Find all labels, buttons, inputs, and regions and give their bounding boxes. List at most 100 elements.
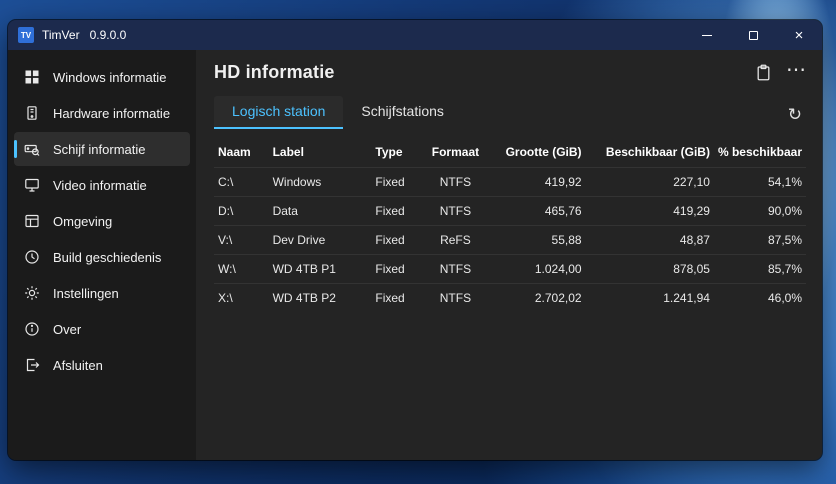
windows-grid-icon xyxy=(24,69,40,85)
sidebar-item-omgeving[interactable]: Omgeving xyxy=(14,204,190,238)
table-row[interactable]: X:\ WD 4TB P2 Fixed NTFS 2.702,02 1.241,94 46,… xyxy=(214,283,806,312)
table-cell: Windows xyxy=(268,167,372,197)
maximize-icon xyxy=(748,30,758,40)
tab-strip: Logisch station Schijfstations ↻ xyxy=(214,95,806,129)
table-cell: NTFS xyxy=(423,167,488,197)
drive-table: Naam Label Type Formaat Grootte (GiB) Beschik… xyxy=(214,137,806,312)
timver-window: TV TimVer 0.9.0.0 × Windows informatie Ha… xyxy=(8,20,822,460)
table-cell: V:\ xyxy=(214,225,269,255)
table-icon xyxy=(24,213,40,229)
table-cell: 46,0% xyxy=(713,283,806,312)
table-row[interactable]: V:\ Dev Drive Fixed ReFS 55,88 48,87 87,5% xyxy=(214,225,806,255)
table-cell: W:\ xyxy=(214,254,269,284)
column-header: Formaat xyxy=(431,145,480,159)
table-cell: NTFS xyxy=(423,254,488,284)
window-title: TimVer 0.9.0.0 xyxy=(42,28,126,42)
gear-icon xyxy=(24,285,40,301)
ellipsis-icon: ⋯ xyxy=(786,58,806,81)
sidebar-item-hardware-informatie[interactable]: Hardware informatie xyxy=(14,96,190,130)
app-version: 0.9.0.0 xyxy=(89,28,127,42)
table-row[interactable]: D:\ Data Fixed NTFS 465,76 419,29 90,0% xyxy=(214,196,806,226)
table-cell: 419,29 xyxy=(585,196,714,226)
sidebar-item-label: Video informatie xyxy=(53,177,147,193)
table-cell: NTFS xyxy=(423,283,488,312)
column-header: Grootte (GiB) xyxy=(505,145,582,159)
table-cell: 55,88 xyxy=(487,225,586,255)
sidebar-item-label: Build geschiedenis xyxy=(53,249,162,265)
table-cell: Fixed xyxy=(371,254,424,284)
disk-search-icon xyxy=(24,141,40,157)
table-row[interactable]: W:\ WD 4TB P1 Fixed NTFS 1.024,00 878,05 85,7% xyxy=(214,254,806,284)
window-controls: × xyxy=(684,20,822,50)
sidebar-item-build-geschiedenis[interactable]: Build geschiedenis xyxy=(14,240,190,274)
monitor-icon xyxy=(24,177,40,193)
column-header: Naam xyxy=(218,145,251,159)
table-cell: 2.702,02 xyxy=(487,283,586,312)
sidebar-item-windows-informatie[interactable]: Windows informatie xyxy=(14,60,190,94)
sidebar-nav: Windows informatie Hardware informatie Sch… xyxy=(8,50,196,460)
more-options-button[interactable]: ⋯ xyxy=(786,58,806,81)
main-content: HD informatie ⋯ Logisch station Schijfst… xyxy=(196,50,822,460)
sidebar-item-label: Instellingen xyxy=(53,285,119,301)
refresh-button[interactable]: ↻ xyxy=(788,105,806,129)
info-icon xyxy=(24,321,40,337)
table-cell: ReFS xyxy=(423,225,488,255)
maximize-button[interactable] xyxy=(730,20,776,50)
sidebar-item-label: Over xyxy=(53,321,82,337)
minimize-button[interactable] xyxy=(684,20,730,50)
close-button[interactable]: × xyxy=(776,20,822,50)
tab-logisch-station[interactable]: Logisch station xyxy=(214,96,344,129)
table-row[interactable]: C:\ Windows Fixed NTFS 419,92 227,10 54,1% xyxy=(214,167,806,197)
minimize-icon xyxy=(702,34,712,36)
table-cell: NTFS xyxy=(423,196,488,226)
sidebar-item-label: Schijf informatie xyxy=(53,141,146,157)
column-header: Label xyxy=(272,145,304,159)
sidebar-item-schijf-informatie[interactable]: Schijf informatie xyxy=(14,132,190,166)
table-cell: WD 4TB P2 xyxy=(268,283,372,312)
table-body: C:\ Windows Fixed NTFS 419,92 227,10 54,1% D:\ D… xyxy=(214,167,806,312)
sidebar-item-video-informatie[interactable]: Video informatie xyxy=(14,168,190,202)
column-header: Type xyxy=(375,145,403,159)
column-header: Beschikbaar (GiB) xyxy=(605,145,710,159)
column-header: % beschikbaar xyxy=(717,145,802,159)
table-cell: 54,1% xyxy=(713,167,806,197)
sidebar-item-afsluiten[interactable]: Afsluiten xyxy=(14,348,190,382)
main-header: HD informatie ⋯ xyxy=(214,58,806,83)
table-cell: WD 4TB P1 xyxy=(268,254,372,284)
page-title: HD informatie xyxy=(214,62,335,82)
app-name: TimVer xyxy=(42,28,80,42)
table-cell: 1.241,94 xyxy=(585,283,714,312)
sidebar-item-label: Hardware informatie xyxy=(53,105,171,121)
copy-to-clipboard-button[interactable] xyxy=(755,64,772,81)
table-cell: 1.024,00 xyxy=(487,254,586,284)
table-cell: 85,7% xyxy=(713,254,806,284)
table-cell: Dev Drive xyxy=(268,225,372,255)
table-cell: 878,05 xyxy=(585,254,714,284)
sidebar-item-label: Afsluiten xyxy=(53,357,103,373)
window-body: Windows informatie Hardware informatie Sch… xyxy=(8,50,822,460)
sidebar-item-label: Omgeving xyxy=(53,213,113,229)
title-bar[interactable]: TV TimVer 0.9.0.0 × xyxy=(8,20,822,50)
hardware-icon xyxy=(24,105,40,121)
table-cell: 87,5% xyxy=(713,225,806,255)
table-cell: 419,92 xyxy=(487,167,586,197)
table-cell: Fixed xyxy=(371,225,424,255)
app-icon: TV xyxy=(18,27,34,43)
refresh-icon: ↻ xyxy=(787,105,802,124)
exit-icon xyxy=(24,357,40,373)
sidebar-item-instellingen[interactable]: Instellingen xyxy=(14,276,190,310)
table-cell: X:\ xyxy=(214,283,269,312)
sidebar-item-over[interactable]: Over xyxy=(14,312,190,346)
table-cell: 48,87 xyxy=(585,225,714,255)
table-cell: 227,10 xyxy=(585,167,714,197)
table-cell: C:\ xyxy=(214,167,269,197)
table-header-row: Naam Label Type Formaat Grootte (GiB) Beschik… xyxy=(214,137,806,168)
table-cell: Data xyxy=(268,196,372,226)
table-cell: Fixed xyxy=(371,283,424,312)
table-cell: Fixed xyxy=(371,167,424,197)
tab-schijfstations[interactable]: Schijfstations xyxy=(343,96,461,129)
table-cell: 90,0% xyxy=(713,196,806,226)
header-actions: ⋯ xyxy=(755,58,806,81)
table-cell: Fixed xyxy=(371,196,424,226)
history-clock-icon xyxy=(24,249,40,265)
